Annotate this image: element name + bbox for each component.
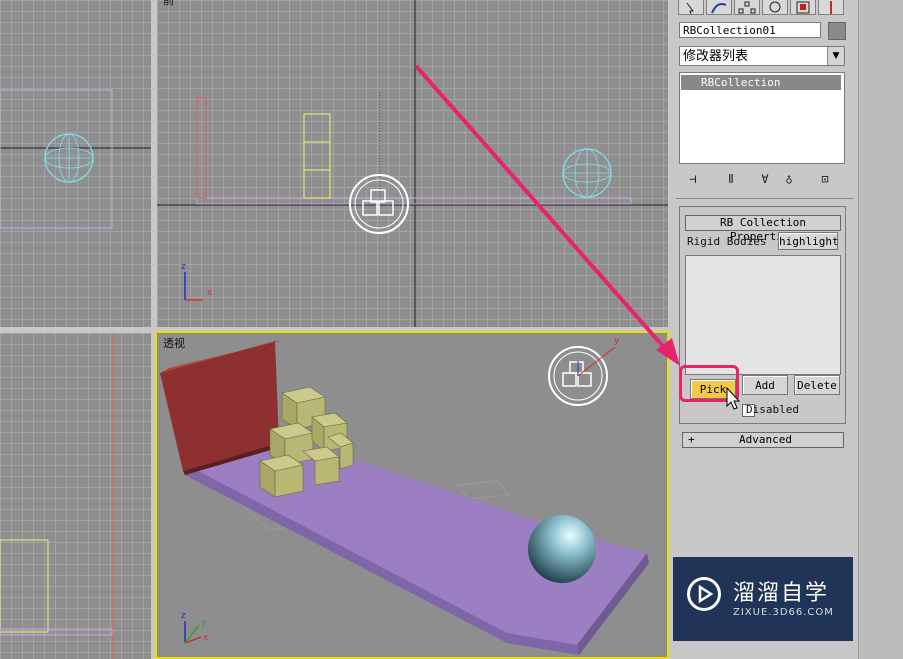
rollout-title[interactable]: RB Collection Properties [685, 215, 841, 243]
make-unique-icon[interactable]: ∀ [756, 170, 774, 188]
stack-item-rbcollection[interactable]: RBCollection [681, 75, 841, 90]
top-left-viewport-content [0, 89, 151, 229]
remove-modifier-icon[interactable]: ♁ [780, 170, 798, 188]
rigid-bodies-label: Rigid Bodies [687, 235, 767, 248]
persp-axis-x-label: x [203, 633, 209, 643]
pick-button-highlight [679, 365, 739, 402]
front-viewport-content [157, 0, 668, 327]
hierarchy-tab[interactable] [734, 0, 760, 15]
stack-toolbar: ⊣ Ⅱ ∀ ♁ ⊡ [680, 168, 846, 190]
front-axis-z-label: z [181, 262, 186, 272]
left-viewport-content [0, 333, 114, 659]
perspective-viewport-content [160, 341, 649, 655]
display-tab[interactable] [790, 0, 816, 15]
modify-tab[interactable] [706, 0, 732, 15]
front-axis-x-label: x [207, 288, 213, 298]
configure-modifier-sets-icon[interactable]: ⊡ [816, 170, 834, 188]
expand-icon[interactable]: + [688, 433, 695, 447]
watermark-subtitle: ZIXUE.3D66.COM [733, 607, 834, 618]
divider [676, 198, 854, 199]
object-name-field[interactable]: RBCollection01 [679, 22, 821, 38]
top-left-viewport[interactable] [0, 0, 151, 327]
command-panel-tabs [678, 0, 848, 15]
watermark-title: 溜溜自学 [733, 581, 830, 606]
highlight-button[interactable]: highlight [778, 232, 839, 250]
disabled-label: Disabled [746, 403, 799, 416]
create-tab[interactable] [678, 0, 704, 15]
modifier-list-label: 修改器列表 [683, 49, 749, 64]
motion-tab[interactable] [762, 0, 788, 15]
delete-button[interactable]: Delete [794, 375, 840, 395]
persp-axis-z-label: z [181, 611, 186, 621]
modifier-stack: RBCollection [679, 72, 845, 164]
show-end-result-icon[interactable]: Ⅱ [722, 170, 740, 188]
chevron-down-icon[interactable]: ▼ [827, 47, 844, 65]
utilities-tab[interactable] [818, 0, 844, 15]
watermark: 溜溜自学 ZIXUE.3D66.COM [673, 557, 853, 641]
object-color-swatch[interactable] [828, 22, 846, 40]
panel-scroll-strip[interactable] [858, 0, 903, 659]
advanced-title: Advanced [739, 433, 792, 446]
perspective-viewport[interactable]: 透视 y z y x [155, 331, 669, 659]
gizmo-axis-y-label: y [614, 336, 620, 346]
play-logo-icon [687, 577, 721, 611]
add-button[interactable]: Add [742, 375, 788, 395]
front-viewport[interactable]: 前 z x [157, 0, 668, 327]
advanced-rollout[interactable]: + Advanced [682, 432, 844, 448]
modifier-list-dropdown[interactable]: 修改器列表 ▼ [679, 46, 845, 66]
persp-axis-y-label: y [201, 618, 207, 628]
left-viewport[interactable] [0, 333, 151, 659]
pin-stack-icon[interactable]: ⊣ [684, 170, 702, 188]
rigid-bodies-list[interactable] [685, 255, 841, 375]
